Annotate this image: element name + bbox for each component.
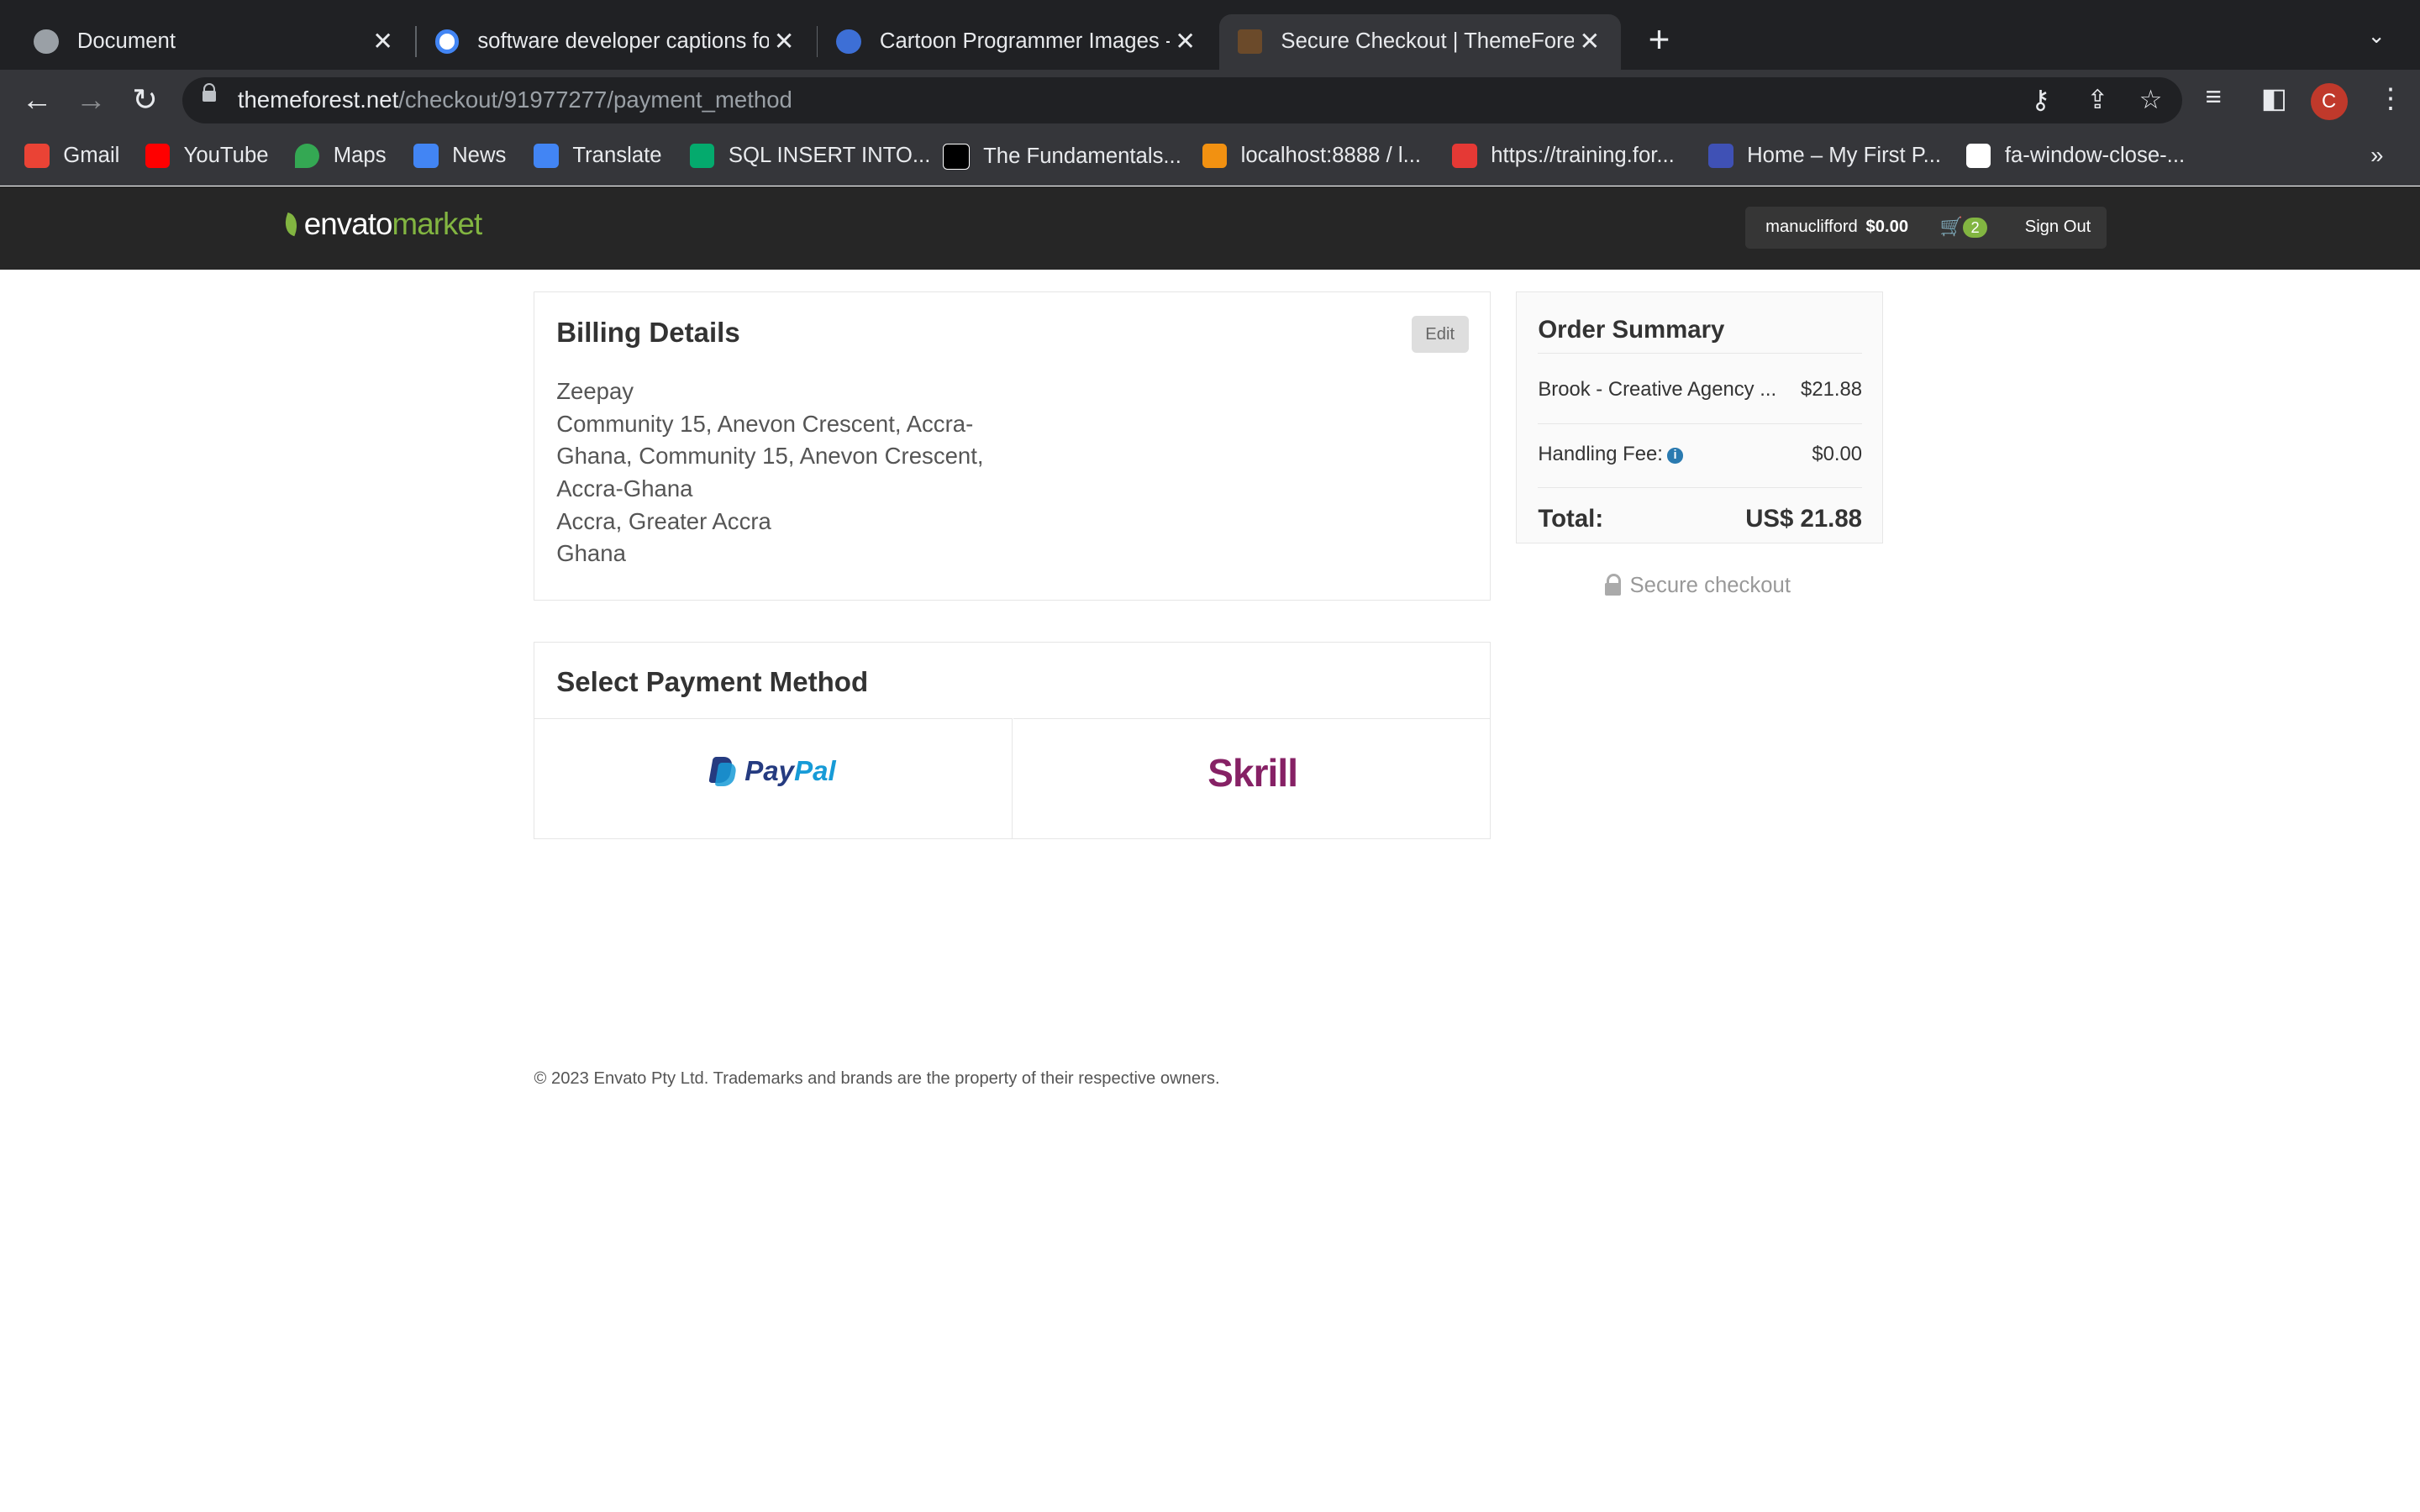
cart-count-badge[interactable]: 2 bbox=[1963, 217, 1987, 238]
bookmark-maps[interactable]: Maps bbox=[294, 143, 387, 169]
back-arrow-icon[interactable]: ← bbox=[18, 81, 55, 118]
leaf-icon bbox=[281, 213, 302, 237]
flag-icon bbox=[1965, 143, 1991, 169]
bookmark-youtube[interactable]: YouTube bbox=[145, 143, 269, 169]
billing-details-title: Billing Details bbox=[556, 317, 740, 349]
browser-tab-google[interactable]: software developer captions fo ✕ bbox=[402, 14, 815, 70]
reload-icon[interactable]: ↻ bbox=[127, 81, 164, 118]
close-icon[interactable]: ✕ bbox=[1574, 27, 1605, 56]
lock-icon bbox=[202, 83, 217, 102]
address-line: Accra-Ghana bbox=[556, 475, 693, 502]
order-item-price: $21.88 bbox=[1801, 378, 1863, 402]
site-header: envato market manuclifford $0.00 🛒 2 Sign… bbox=[0, 186, 2420, 270]
tab-title: software developer captions fo bbox=[477, 29, 769, 54]
media-controls-icon[interactable]: ≡ bbox=[2206, 81, 2222, 113]
news-icon bbox=[413, 143, 439, 169]
address-bar[interactable]: themeforest.net/checkout/91977277/paymen… bbox=[182, 76, 2183, 123]
tab-search-chevron-icon[interactable]: ⌄ bbox=[2367, 24, 2386, 49]
close-icon[interactable]: ✕ bbox=[769, 27, 800, 56]
w3schools-icon bbox=[690, 143, 715, 169]
browser-tab-strip: Document ✕ software developer captions f… bbox=[0, 0, 2420, 70]
more-menu-icon[interactable]: ⋮ bbox=[2377, 81, 2405, 115]
handling-fee-row: Handling Fee: i $0.00 bbox=[1538, 423, 1863, 486]
gmail-icon bbox=[24, 143, 50, 169]
skrill-logo: Skrill bbox=[1207, 750, 1298, 795]
total-label: Total: bbox=[1538, 504, 1604, 533]
footer-copyright: © 2023 Envato Pty Ltd. Trademarks and br… bbox=[534, 1068, 1220, 1088]
total-row: Total: US$ 21.88 bbox=[1538, 486, 1863, 543]
address-line: Zeepay bbox=[556, 378, 634, 405]
training-icon bbox=[1452, 143, 1477, 169]
paypal-logo: PayPal bbox=[711, 756, 835, 788]
paypal-icon bbox=[711, 757, 735, 788]
bookmark-news[interactable]: News bbox=[413, 143, 506, 169]
total-value: US$ 21.88 bbox=[1745, 504, 1863, 533]
browser-tab-secure-checkout[interactable]: Secure Checkout | ThemeFores ✕ bbox=[1218, 13, 1621, 70]
share-icon[interactable]: ⇪ bbox=[2086, 85, 2108, 115]
bookmark-star-icon[interactable]: ☆ bbox=[2139, 85, 2163, 115]
user-account-bar: manuclifford $0.00 🛒 2 Sign Out bbox=[1745, 207, 2107, 249]
address-line: Accra, Greater Accra bbox=[556, 507, 771, 534]
url-text: themeforest.net/checkout/91977277/paymen… bbox=[237, 86, 792, 113]
more-bookmarks-chevron-icon[interactable]: » bbox=[2370, 142, 2383, 169]
browser-toolbar: ← → ↻ themeforest.net/checkout/91977277/… bbox=[0, 69, 2420, 132]
order-summary-panel: Order Summary Brook - Creative Agency ..… bbox=[1515, 291, 1883, 543]
tab-title: Cartoon Programmer Images - bbox=[879, 29, 1171, 54]
side-panel-icon[interactable]: ◧ bbox=[2261, 81, 2287, 115]
order-summary-title: Order Summary bbox=[1538, 315, 1725, 344]
info-icon[interactable]: i bbox=[1667, 448, 1683, 464]
cart-icon[interactable]: 🛒 bbox=[1940, 216, 1963, 238]
paypal-option[interactable]: PayPal bbox=[534, 718, 1013, 840]
bookmark-fundamentals[interactable]: The Fundamentals... bbox=[943, 143, 1181, 171]
browser-tab-cartoon[interactable]: Cartoon Programmer Images - ✕ bbox=[802, 14, 1216, 70]
bookmark-training[interactable]: https://training.for... bbox=[1452, 143, 1675, 169]
themeforest-icon bbox=[1238, 29, 1263, 55]
billing-address: Zeepay Community 15, Anevon Crescent, Ac… bbox=[556, 375, 983, 570]
maps-icon bbox=[294, 143, 320, 169]
cartoon-icon bbox=[836, 29, 861, 55]
phpmyadmin-icon bbox=[1202, 143, 1228, 169]
sign-out-link[interactable]: Sign Out bbox=[2025, 218, 2091, 237]
tab-title: Secure Checkout | ThemeFores bbox=[1281, 29, 1575, 54]
username[interactable]: manuclifford bbox=[1765, 218, 1858, 237]
handling-fee-label: Handling Fee: bbox=[1538, 443, 1663, 466]
order-item-name[interactable]: Brook - Creative Agency ... bbox=[1538, 378, 1776, 402]
address-line: Ghana bbox=[556, 540, 626, 567]
globe-icon bbox=[34, 29, 59, 55]
lock-icon bbox=[1605, 574, 1622, 596]
close-icon[interactable]: ✕ bbox=[1170, 27, 1201, 56]
bookmark-fa-window[interactable]: fa-window-close-... bbox=[1965, 143, 2185, 169]
forward-arrow-icon[interactable]: → bbox=[72, 81, 109, 118]
tab-title: Document bbox=[76, 29, 176, 54]
edit-button[interactable]: Edit bbox=[1411, 315, 1469, 353]
bookmark-translate[interactable]: Translate bbox=[534, 143, 662, 169]
bookmark-localhost[interactable]: localhost:8888 / l... bbox=[1202, 143, 1421, 169]
youtube-icon bbox=[145, 143, 171, 169]
secure-checkout-note: Secure checkout bbox=[1605, 574, 1791, 598]
handling-fee-value: $0.00 bbox=[1812, 443, 1863, 466]
billing-details-panel: Billing Details Edit Zeepay Community 15… bbox=[534, 291, 1491, 601]
address-line: Ghana, Community 15, Anevon Crescent, bbox=[556, 443, 984, 470]
payment-method-panel: Select Payment Method PayPal Skrill bbox=[534, 642, 1491, 840]
new-tab-button[interactable]: + bbox=[1642, 21, 1676, 62]
translate-icon bbox=[534, 143, 559, 169]
bookmark-gmail[interactable]: Gmail bbox=[24, 143, 119, 169]
profile-avatar[interactable]: C bbox=[2310, 83, 2348, 121]
skrill-option[interactable]: Skrill bbox=[1013, 718, 1491, 839]
account-balance: $0.00 bbox=[1865, 217, 1909, 236]
site-icon bbox=[1708, 143, 1733, 169]
bookmark-sql[interactable]: SQL INSERT INTO... bbox=[690, 143, 930, 169]
browser-tab-document[interactable]: Document ✕ bbox=[0, 14, 413, 70]
medium-icon bbox=[943, 143, 970, 171]
close-icon[interactable]: ✕ bbox=[367, 27, 398, 56]
google-icon bbox=[434, 29, 460, 54]
key-icon[interactable]: ⚷ bbox=[2031, 85, 2050, 115]
bookmarks-bar: Gmail YouTube Maps News Translate SQL IN… bbox=[0, 131, 2420, 186]
order-item-row: Brook - Creative Agency ... $21.88 bbox=[1538, 352, 1863, 415]
payment-method-title: Select Payment Method bbox=[556, 667, 869, 699]
address-line: Community 15, Anevon Crescent, Accra- bbox=[556, 410, 974, 437]
envato-market-logo[interactable]: envato market bbox=[281, 207, 482, 242]
bookmark-home[interactable]: Home – My First P... bbox=[1708, 143, 1941, 169]
